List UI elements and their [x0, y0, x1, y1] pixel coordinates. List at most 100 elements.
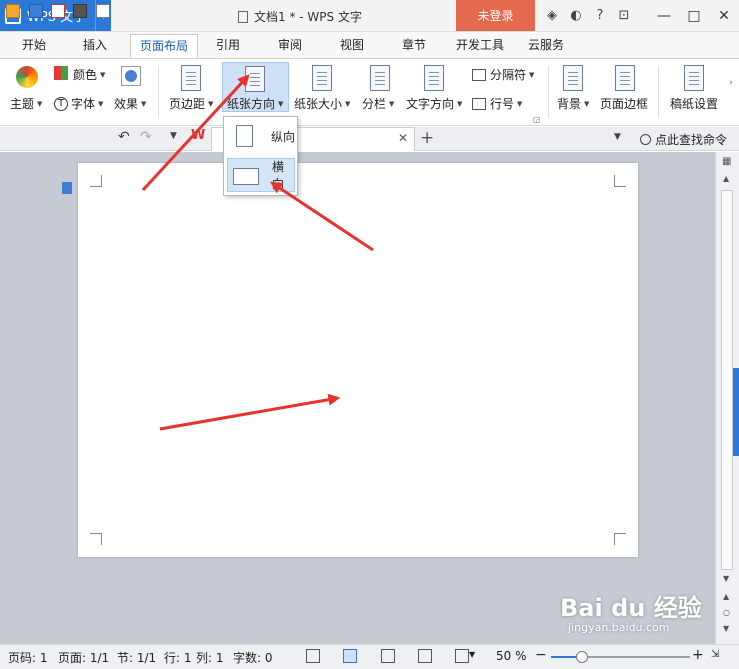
tab-page-layout[interactable]: 页面布局	[130, 34, 199, 58]
select-browse-object-icon[interactable]: ○	[723, 608, 730, 617]
view-mode-dropdown-icon[interactable]: ▼	[469, 650, 475, 659]
print-icon[interactable]	[73, 4, 87, 18]
close-icon[interactable]: ✕	[709, 8, 739, 24]
status-word-count[interactable]: 字数: 0	[233, 649, 273, 666]
text-direction-button[interactable]: 文字方向 ▼	[406, 95, 462, 112]
margins-button[interactable]: 页边距 ▼	[169, 95, 213, 112]
zoom-in-icon[interactable]: +	[692, 647, 704, 663]
web-view-icon[interactable]	[418, 649, 432, 663]
tab-view[interactable]: 视图	[340, 36, 364, 53]
page-border-icon[interactable]	[615, 65, 635, 91]
command-panel-icon[interactable]: ▼	[614, 132, 621, 142]
orientation-menu: 纵向 横向	[223, 116, 298, 196]
manuscript-icon[interactable]	[684, 65, 704, 91]
document-icon	[238, 10, 248, 23]
tab-cloud[interactable]: 云服务	[528, 36, 564, 53]
export-pdf-icon[interactable]	[51, 4, 65, 18]
open-folder-icon[interactable]	[6, 4, 20, 18]
outline-view-icon[interactable]	[381, 649, 395, 663]
effect-button[interactable]: 效果 ▼	[114, 95, 146, 112]
task-pane-toggle[interactable]	[733, 368, 739, 456]
page-view-icon[interactable]	[343, 649, 357, 663]
margins-icon[interactable]	[181, 65, 201, 91]
tab-developer[interactable]: 开发工具	[456, 36, 504, 53]
quick-access-customize-icon[interactable]: ▼	[170, 131, 177, 141]
status-bar-expand-icon[interactable]: ⇲	[711, 649, 719, 660]
scroll-thumb[interactable]	[721, 190, 733, 570]
font-icon: T	[54, 96, 68, 111]
login-button[interactable]: 未登录	[456, 0, 535, 31]
orientation-icon[interactable]	[245, 66, 265, 92]
status-page: 页面: 1/1	[58, 651, 110, 665]
ribbon-scroll-right-icon[interactable]: ›	[729, 78, 733, 88]
undo-icon[interactable]: ↶	[118, 129, 130, 145]
wps-small-logo-icon: W	[191, 128, 206, 143]
ribbon-group-launcher-icon[interactable]: ◲	[533, 115, 541, 124]
maximize-icon[interactable]: □	[679, 8, 709, 24]
text-direction-icon[interactable]	[424, 65, 444, 91]
print-preview-icon[interactable]	[96, 4, 110, 18]
navigation-pane-icon[interactable]	[62, 182, 72, 194]
landscape-icon	[233, 168, 259, 185]
scroll-up-icon[interactable]: ▲	[723, 174, 729, 183]
theme-icon[interactable]	[16, 66, 38, 88]
margin-corner-bottom-right	[614, 533, 626, 545]
redo-icon[interactable]: ↷	[140, 129, 152, 145]
next-page-icon[interactable]: ▼	[723, 624, 729, 633]
zoom-level[interactable]: 50 %	[496, 649, 527, 663]
effect-icon[interactable]	[121, 66, 141, 86]
feedback-icon[interactable]: ◐	[564, 8, 588, 23]
zoom-out-icon[interactable]: −	[535, 647, 547, 663]
tab-chapter[interactable]: 章节	[402, 36, 426, 53]
orientation-landscape-item[interactable]: 横向	[227, 158, 295, 192]
background-icon[interactable]	[563, 65, 583, 91]
orientation-portrait-item[interactable]: 纵向	[227, 119, 295, 153]
orientation-button[interactable]: 纸张方向 ▼	[227, 95, 283, 112]
previous-page-icon[interactable]: ▲	[723, 592, 729, 601]
save-icon[interactable]	[29, 4, 43, 18]
portrait-icon	[236, 125, 253, 147]
search-icon	[640, 134, 651, 145]
margin-corner-top-right	[614, 175, 626, 187]
command-search[interactable]: 点此查找命令	[640, 131, 727, 148]
reading-mode-icon[interactable]	[455, 649, 469, 663]
columns-button[interactable]: 分栏 ▼	[362, 95, 394, 112]
split-view-icon[interactable]: ▦	[722, 156, 731, 167]
page-border-button[interactable]: 页面边框	[600, 95, 648, 112]
close-tab-icon[interactable]: ✕	[398, 131, 408, 145]
skin-icon[interactable]: ◈	[540, 8, 564, 23]
ribbon-tabs: 开始 插入 页面布局 引用 审阅 视图 章节 开发工具 云服务	[0, 32, 739, 58]
font-button[interactable]: T 字体 ▼	[54, 95, 103, 112]
theme-button[interactable]: 主题 ▼	[10, 95, 42, 112]
new-tab-icon[interactable]: +	[420, 128, 434, 148]
document-page[interactable]	[78, 163, 638, 557]
minimize-icon[interactable]: —	[649, 8, 679, 24]
background-button[interactable]: 背景 ▼	[557, 95, 589, 112]
scroll-down-icon[interactable]: ▼	[723, 574, 729, 583]
paper-size-button[interactable]: 纸张大小 ▼	[294, 95, 350, 112]
status-section: 节: 1/1	[117, 651, 157, 665]
color-button[interactable]: 颜色 ▼	[73, 66, 105, 83]
document-title-text: 文档1 * - WPS 文字	[254, 10, 362, 24]
full-screen-icon[interactable]	[306, 649, 320, 663]
zoom-slider[interactable]	[551, 651, 690, 663]
line-numbers-icon	[472, 97, 486, 110]
status-column: 列: 1	[196, 651, 224, 665]
tab-review[interactable]: 审阅	[278, 36, 302, 53]
margin-corner-top-left	[90, 175, 102, 187]
zoom-slider-knob[interactable]	[576, 651, 588, 663]
line-numbers-button[interactable]: 行号 ▼	[472, 95, 522, 112]
restore-app-icon[interactable]: ⊡	[612, 8, 636, 23]
breaks-icon	[472, 68, 486, 81]
watermark-main: Bai du 经验	[560, 594, 702, 622]
help-icon[interactable]: ?	[588, 8, 612, 23]
manuscript-button[interactable]: 稿纸设置	[670, 95, 718, 112]
columns-icon[interactable]	[370, 65, 390, 91]
tab-insert[interactable]: 插入	[83, 36, 107, 53]
tab-home[interactable]: 开始	[22, 36, 46, 53]
paper-size-icon[interactable]	[312, 65, 332, 91]
breaks-button[interactable]: 分隔符 ▼	[472, 66, 534, 83]
status-page-number: 页码: 1	[8, 651, 48, 665]
document-title: 文档1 * - WPS 文字	[238, 8, 362, 25]
tab-references[interactable]: 引用	[216, 36, 240, 53]
